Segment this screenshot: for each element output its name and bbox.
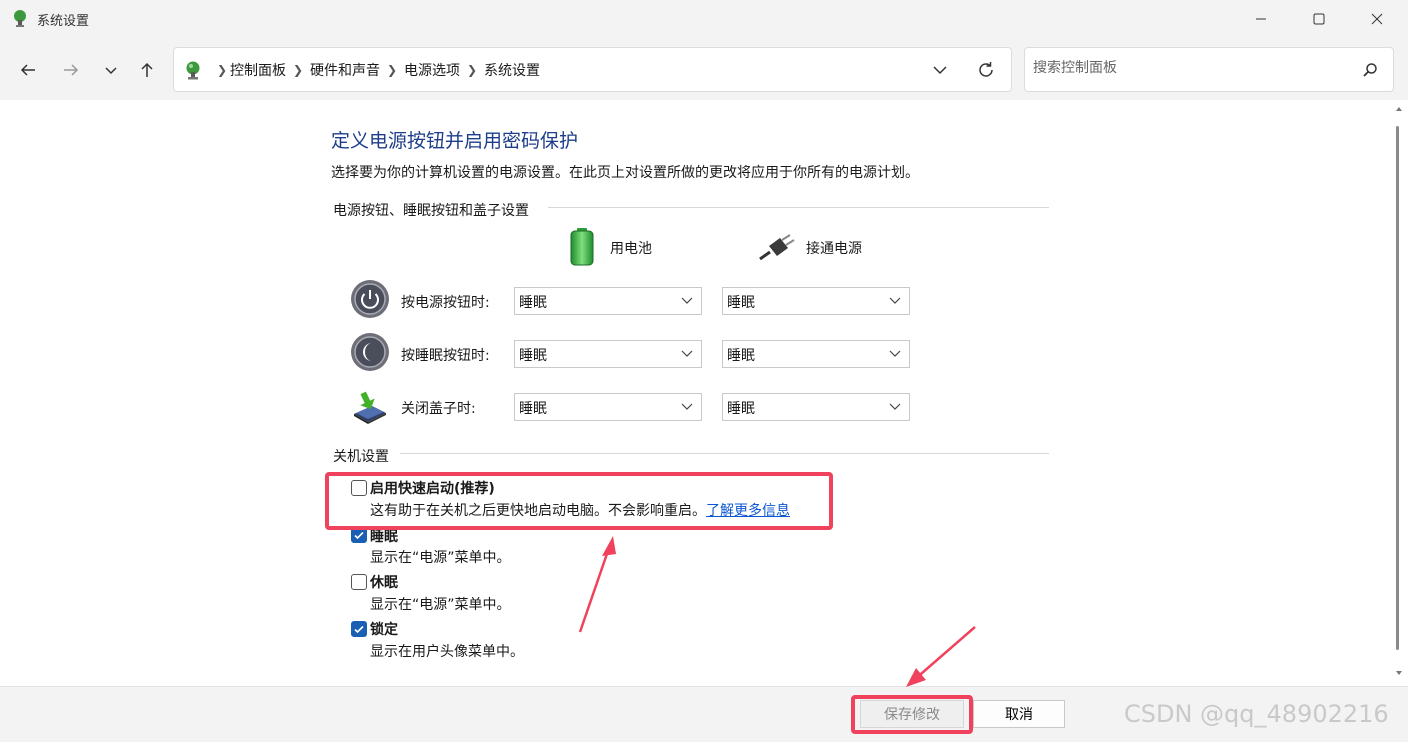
select-value: 睡眠 xyxy=(519,348,547,364)
close-icon xyxy=(1371,13,1383,25)
up-button[interactable] xyxy=(133,56,161,84)
address-dropdown-icon[interactable] xyxy=(930,60,950,80)
group-divider xyxy=(548,207,1049,208)
cancel-button[interactable]: 取消 xyxy=(973,700,1065,728)
checkmark-icon xyxy=(354,531,364,540)
breadcrumb-control-panel[interactable]: 控制面板 xyxy=(230,60,286,80)
close-button[interactable] xyxy=(1347,0,1407,38)
sleep-button-label: 按睡眠按钮时: xyxy=(401,348,490,364)
power-button-label: 按电源按钮时: xyxy=(401,295,490,311)
chevron-down-icon xyxy=(889,350,901,357)
chevron-down-icon xyxy=(889,297,901,304)
search-icon[interactable] xyxy=(1361,61,1379,79)
recent-locations-button[interactable] xyxy=(97,56,125,84)
maximize-icon xyxy=(1313,13,1325,25)
scroll-down-icon[interactable] xyxy=(1393,668,1405,678)
minimize-button[interactable] xyxy=(1231,0,1291,38)
power-buttons-group-label: 电源按钮、睡眠按钮和盖子设置 xyxy=(333,200,535,220)
title-bar: 系统设置 xyxy=(0,0,1408,38)
fast-startup-description: 这有助于在关机之后更快地启动电脑。不会影响重启。了解更多信息 xyxy=(370,500,790,520)
plug-icon xyxy=(759,234,795,261)
window-title: 系统设置 xyxy=(37,14,90,29)
checkmark-icon xyxy=(354,625,364,634)
power-button-battery-select[interactable]: 睡眠 xyxy=(514,287,702,315)
group-divider xyxy=(400,453,1049,454)
breadcrumb-separator-icon[interactable]: ❯ xyxy=(286,63,310,77)
power-button-icon xyxy=(351,280,389,318)
plugged-in-column-header: 接通电源 xyxy=(806,241,862,257)
scrollbar-thumb[interactable] xyxy=(1396,126,1399,650)
control-panel-icon xyxy=(186,61,200,80)
learn-more-link[interactable]: 了解更多信息 xyxy=(706,503,790,519)
select-value: 睡眠 xyxy=(519,401,547,417)
page-title: 定义电源按钮并启用密码保护 xyxy=(331,130,579,152)
fast-startup-description-text: 这有助于在关机之后更快地启动电脑。不会影响重启。 xyxy=(370,503,706,519)
arrow-left-icon xyxy=(20,64,35,76)
close-lid-plugged-select[interactable]: 睡眠 xyxy=(722,393,910,421)
chevron-down-icon xyxy=(105,67,117,75)
arrow-right-icon xyxy=(64,64,79,76)
breadcrumb-separator-icon[interactable]: ❯ xyxy=(380,63,404,77)
select-value: 睡眠 xyxy=(727,348,755,364)
address-bar[interactable]: ❯ 控制面板 ❯ 硬件和声音 ❯ 电源选项 ❯ 系统设置 xyxy=(173,47,1012,92)
chevron-down-icon xyxy=(681,403,693,410)
search-input[interactable] xyxy=(1033,60,1353,76)
select-value: 睡眠 xyxy=(727,295,755,311)
breadcrumb-power-options[interactable]: 电源选项 xyxy=(404,60,460,80)
sleep-button-plugged-select[interactable]: 睡眠 xyxy=(722,340,910,368)
chevron-down-icon xyxy=(681,350,693,357)
close-lid-label: 关闭盖子时: xyxy=(401,401,476,417)
select-value: 睡眠 xyxy=(727,401,755,417)
battery-column-header: 用电池 xyxy=(610,241,652,257)
select-value: 睡眠 xyxy=(519,295,547,311)
lock-title: 锁定 xyxy=(370,622,398,638)
refresh-icon[interactable] xyxy=(976,60,996,80)
forward-button[interactable] xyxy=(57,56,85,84)
page-description: 选择要为你的计算机设置的电源设置。在此页上对设置所做的更改将应用于你所有的电源计… xyxy=(331,165,919,181)
battery-icon xyxy=(570,228,594,266)
breadcrumb: ❯ 控制面板 ❯ 硬件和声音 ❯ 电源选项 ❯ 系统设置 xyxy=(214,60,540,80)
search-box[interactable] xyxy=(1024,47,1394,92)
breadcrumb-separator-icon[interactable]: ❯ xyxy=(214,63,230,77)
footer-bar xyxy=(0,686,1408,742)
hibernate-description: 显示在“电源”菜单中。 xyxy=(370,597,511,613)
breadcrumb-system-settings[interactable]: 系统设置 xyxy=(484,60,540,80)
fast-startup-checkbox[interactable] xyxy=(351,480,367,496)
chevron-down-icon xyxy=(889,403,901,410)
breadcrumb-separator-icon[interactable]: ❯ xyxy=(460,63,484,77)
maximize-button[interactable] xyxy=(1289,0,1349,38)
shutdown-group-label: 关机设置 xyxy=(333,446,395,466)
sleep-button-icon xyxy=(351,333,389,371)
breadcrumb-hardware-sound[interactable]: 硬件和声音 xyxy=(310,60,380,80)
sleep-title: 睡眠 xyxy=(370,529,398,545)
scroll-up-icon[interactable] xyxy=(1393,104,1405,114)
back-button[interactable] xyxy=(14,56,42,84)
save-changes-button[interactable]: 保存修改 xyxy=(860,700,964,728)
control-panel-icon xyxy=(14,10,26,27)
lock-description: 显示在用户头像菜单中。 xyxy=(370,644,524,660)
sleep-button-battery-select[interactable]: 睡眠 xyxy=(514,340,702,368)
lock-checkbox[interactable] xyxy=(351,621,367,637)
sleep-description: 显示在“电源”菜单中。 xyxy=(370,550,511,566)
hibernate-title: 休眠 xyxy=(370,575,398,591)
laptop-lid-icon xyxy=(354,391,386,424)
minimize-icon xyxy=(1256,18,1266,20)
chevron-down-icon xyxy=(681,297,693,304)
hibernate-checkbox[interactable] xyxy=(351,574,367,590)
sleep-checkbox[interactable] xyxy=(351,527,367,543)
fast-startup-title: 启用快速启动(推荐) xyxy=(370,481,495,497)
power-button-plugged-select[interactable]: 睡眠 xyxy=(722,287,910,315)
arrow-up-icon xyxy=(141,62,153,77)
close-lid-battery-select[interactable]: 睡眠 xyxy=(514,393,702,421)
